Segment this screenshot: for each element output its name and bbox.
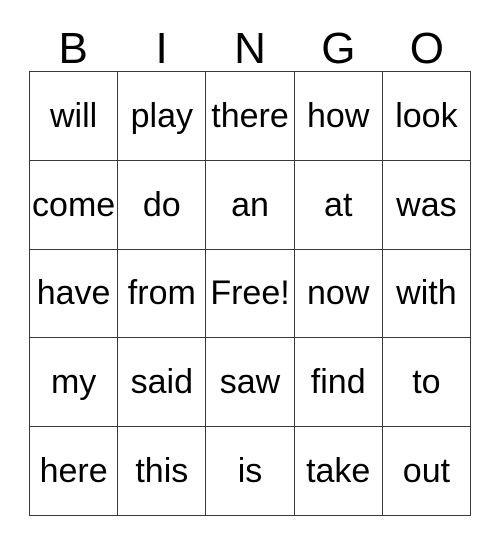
bingo-cell-r0c0[interactable]: will: [30, 72, 119, 161]
bingo-cell-r4c1[interactable]: this: [118, 427, 207, 516]
bingo-cell-r0c1[interactable]: play: [118, 72, 207, 161]
bingo-row: here this is take out: [30, 427, 472, 516]
bingo-header-letter-n: N: [234, 24, 266, 73]
bingo-row: have from Free! now with: [30, 249, 472, 339]
bingo-grid: will play there how look come do an at w…: [29, 71, 472, 516]
bingo-cell-r2c0[interactable]: have: [30, 249, 119, 339]
bingo-header-letter-o: O: [409, 24, 444, 73]
bingo-cell-r1c4[interactable]: was: [382, 160, 472, 250]
bingo-cell-r3c2[interactable]: saw: [206, 338, 295, 428]
bingo-cell-r4c3[interactable]: take: [294, 427, 383, 516]
bingo-cell-r0c2[interactable]: there: [206, 72, 295, 161]
bingo-cell-r1c0[interactable]: come: [30, 160, 119, 250]
bingo-cell-r4c0[interactable]: here: [30, 427, 119, 516]
bingo-header-row: B I N G O: [29, 22, 471, 71]
bingo-header-letter-i: I: [155, 24, 168, 73]
bingo-row: come do an at was: [30, 160, 472, 250]
bingo-cell-r1c3[interactable]: at: [294, 160, 383, 250]
bingo-cell-r4c2[interactable]: is: [206, 427, 295, 516]
bingo-cell-r0c4[interactable]: look: [382, 72, 472, 161]
bingo-cell-r3c0[interactable]: my: [30, 338, 119, 428]
bingo-cell-r3c4[interactable]: to: [382, 338, 472, 428]
bingo-row: my said saw find to: [30, 338, 472, 428]
bingo-header-letter-g: G: [321, 24, 356, 73]
bingo-cell-r3c1[interactable]: said: [118, 338, 207, 428]
bingo-cell-r0c3[interactable]: how: [294, 72, 383, 161]
bingo-cell-r4c4[interactable]: out: [382, 427, 472, 516]
bingo-cell-free-space[interactable]: Free!: [206, 249, 295, 339]
bingo-row: will play there how look: [30, 72, 472, 161]
bingo-cell-r2c1[interactable]: from: [118, 249, 207, 339]
bingo-header-letter-b: B: [58, 24, 88, 73]
bingo-cell-r2c3[interactable]: now: [294, 249, 383, 339]
bingo-cell-r2c4[interactable]: with: [382, 249, 472, 339]
bingo-card: B I N G O will play there how look come …: [0, 0, 500, 544]
bingo-cell-r3c3[interactable]: find: [294, 338, 383, 428]
bingo-cell-r1c2[interactable]: an: [206, 160, 295, 250]
bingo-cell-r1c1[interactable]: do: [118, 160, 207, 250]
